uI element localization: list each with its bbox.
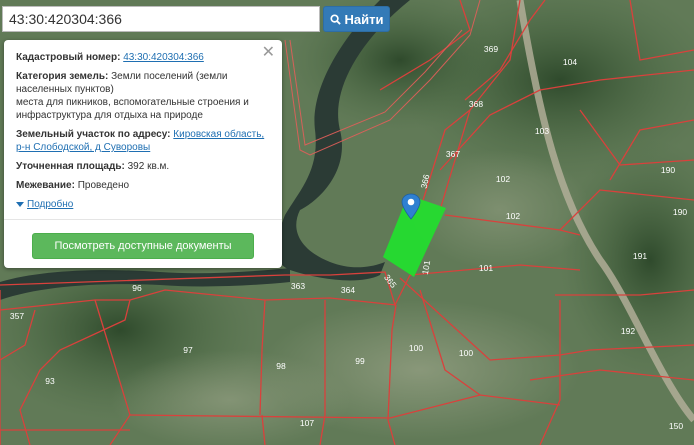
parcel-label: 357 <box>10 311 24 321</box>
parcel-info-popup: ✕ Кадастровый номер: 43:30:420304:366 Ка… <box>4 40 282 268</box>
survey-value: Проведено <box>77 180 130 191</box>
area-label: Уточненная площадь: <box>16 161 125 172</box>
cadastral-number-label: Кадастровый номер: <box>16 52 121 63</box>
parcel-label: 190 <box>673 207 687 217</box>
parcel-label: 103 <box>535 126 549 136</box>
address-row: Земельный участок по адресу: Кировская о… <box>16 128 272 154</box>
parcel-label: 99 <box>355 356 365 366</box>
survey-label: Межевание: <box>16 180 75 191</box>
parcel-label: 368 <box>469 99 483 109</box>
parcel-label: 102 <box>506 211 520 221</box>
survey-row: Межевание: Проведено <box>16 179 272 192</box>
parcel-label: 150 <box>669 421 683 431</box>
land-category-extra: места для пикников, вспомогательные стро… <box>16 97 249 121</box>
parcel-label: 93 <box>45 376 55 386</box>
search-button[interactable]: Найти <box>323 6 390 32</box>
land-category-label: Категория земель: <box>16 71 109 82</box>
details-toggle[interactable]: Подробно <box>16 198 272 211</box>
area-value: 392 кв.м. <box>127 161 170 172</box>
parcel-label: 102 <box>496 174 510 184</box>
land-category-row: Категория земель: Земли поселений (земли… <box>16 70 272 122</box>
parcel-label: 96 <box>132 283 142 293</box>
caret-down-icon <box>16 201 24 207</box>
search-button-label: Найти <box>344 11 384 27</box>
address-label: Земельный участок по адресу: <box>16 129 171 140</box>
parcel-label: 104 <box>563 57 577 67</box>
parcel-label: 192 <box>621 326 635 336</box>
cadastral-number-row: Кадастровый номер: 43:30:420304:366 <box>16 51 272 64</box>
parcel-label: 364 <box>341 285 355 295</box>
cadastral-number-link[interactable]: 43:30:420304:366 <box>123 52 204 63</box>
parcel-label: 97 <box>183 345 193 355</box>
parcel-label: 100 <box>409 343 423 353</box>
parcel-label: 107 <box>300 418 314 428</box>
details-link[interactable]: Подробно <box>27 198 73 211</box>
parcel-label: 101 <box>479 263 493 273</box>
divider <box>4 219 282 220</box>
search-icon <box>329 13 341 25</box>
parcel-label: 100 <box>459 348 473 358</box>
search-input[interactable] <box>2 6 320 32</box>
parcel-label: 191 <box>633 251 647 261</box>
view-documents-button[interactable]: Посмотреть доступные документы <box>32 233 254 259</box>
parcel-label: 98 <box>276 361 286 371</box>
parcel-label: 369 <box>484 44 498 54</box>
parcel-label: 190 <box>661 165 675 175</box>
area-row: Уточненная площадь: 392 кв.м. <box>16 160 272 173</box>
parcel-label: 367 <box>446 149 460 159</box>
parcel-label: 363 <box>291 281 305 291</box>
close-icon[interactable]: ✕ <box>262 45 275 61</box>
